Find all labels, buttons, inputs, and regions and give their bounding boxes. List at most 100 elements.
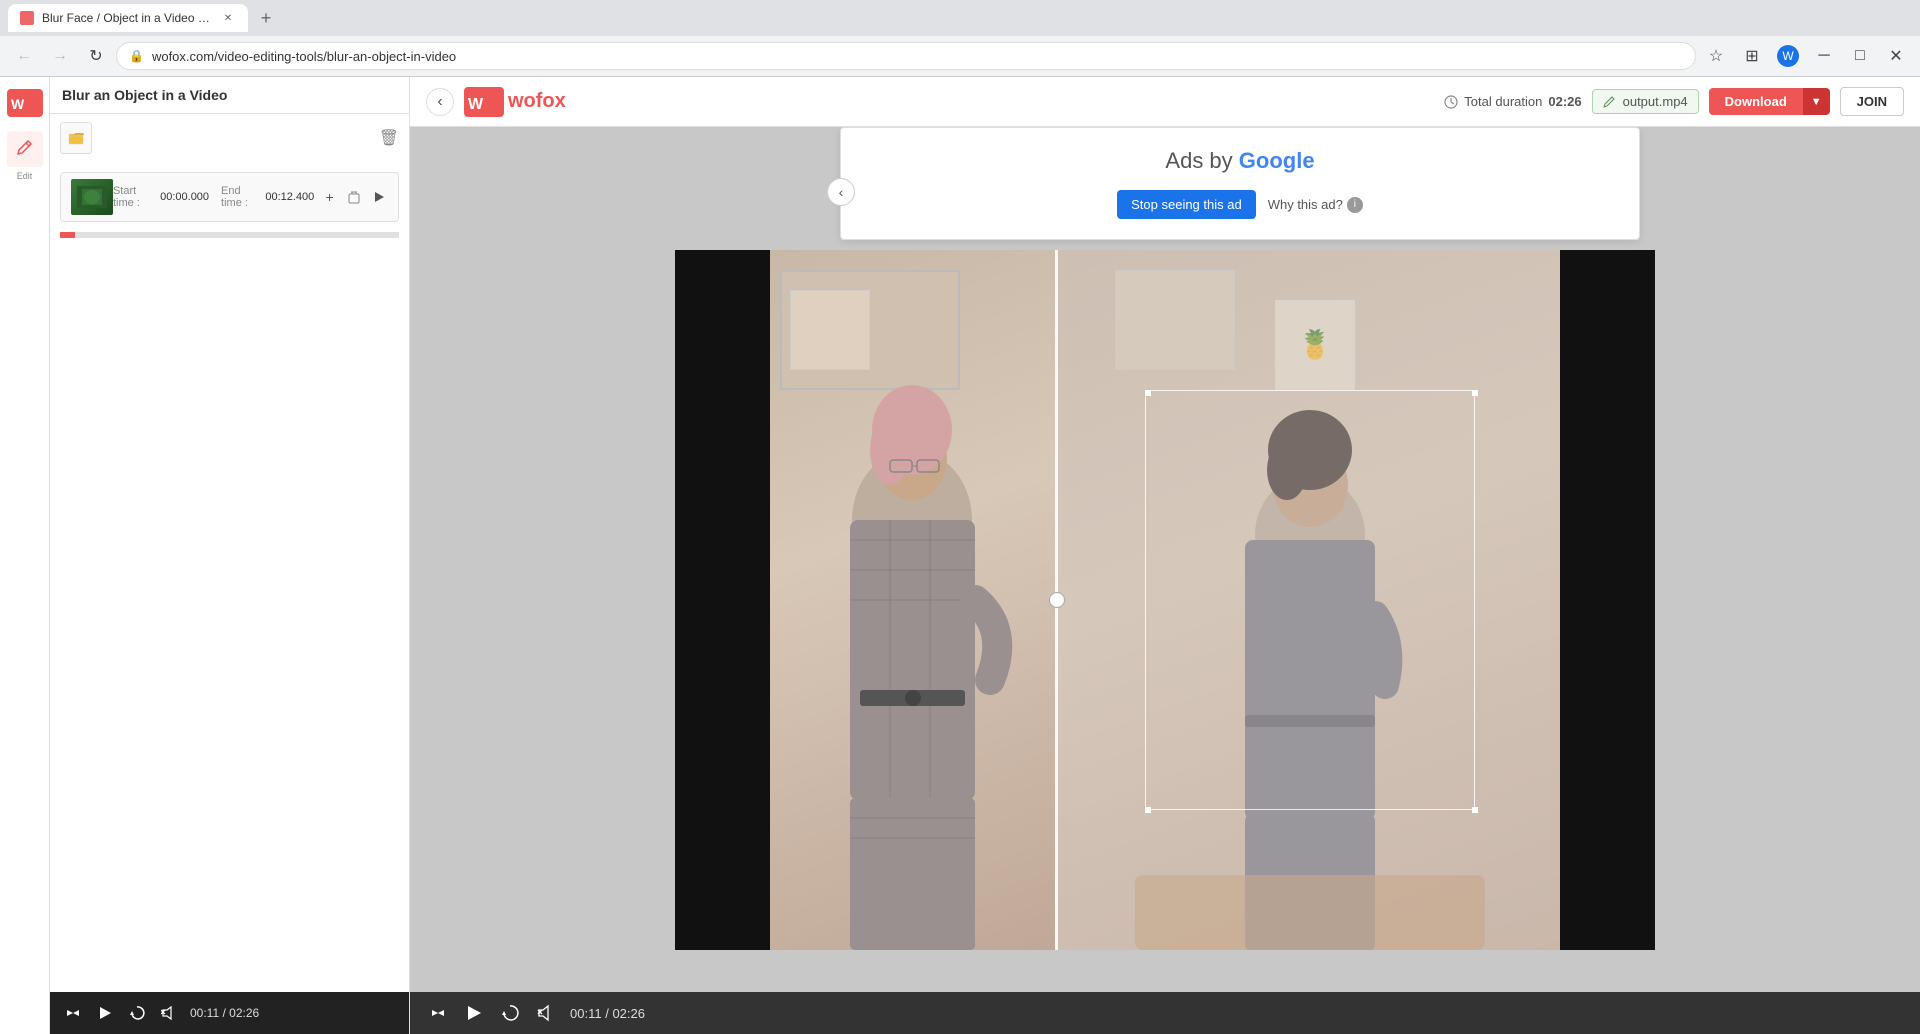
left-toolbar: W Edit: [0, 77, 50, 1034]
close-button[interactable]: ✕: [1880, 40, 1912, 72]
tab-favicon: [20, 11, 34, 25]
side-panel-empty: [50, 248, 409, 992]
video-divider[interactable]: [1055, 250, 1058, 950]
new-tab-button[interactable]: +: [252, 4, 280, 32]
ads-by-google-text: Ads by Google: [1165, 148, 1314, 174]
main-time-display: 00:11 / 02:26: [570, 1006, 645, 1021]
star-button[interactable]: ☆: [1700, 40, 1732, 72]
folder-icon[interactable]: [60, 122, 92, 154]
back-arrow-icon: ←: [16, 47, 32, 65]
video-split-container: 🍍: [675, 250, 1655, 950]
selection-handle-tl[interactable]: [1145, 390, 1151, 396]
wofox-logo-icon: W: [5, 87, 45, 119]
end-time-label: End time :: [221, 185, 259, 209]
tab-close-btn[interactable]: ✕: [220, 10, 236, 26]
main-replay-button[interactable]: [498, 1001, 522, 1025]
main-play-button[interactable]: [462, 1001, 486, 1025]
wofox-logo: W wofox: [464, 87, 566, 117]
delete-control-button[interactable]: [345, 185, 364, 209]
edit-tool-label: Edit: [17, 171, 33, 181]
video-right: 🍍: [1055, 250, 1655, 950]
total-duration-value: 02:26: [1548, 94, 1581, 109]
google-label: Google: [1239, 148, 1315, 173]
url-text: wofox.com/video-editing-tools/blur-an-ob…: [152, 49, 456, 64]
start-time-value: 00:00.000: [160, 191, 209, 203]
profile-button[interactable]: W: [1772, 40, 1804, 72]
back-button[interactable]: ←: [8, 40, 40, 72]
main-volume-button[interactable]: [534, 1001, 558, 1025]
selection-handle-br[interactable]: [1472, 807, 1478, 813]
svg-text:W: W: [11, 96, 25, 112]
ad-close-button[interactable]: ‹: [827, 178, 855, 206]
clock-icon: [1444, 95, 1458, 109]
main-area: ‹ W wofox Total duration 02:26: [410, 77, 1920, 1034]
extensions-button[interactable]: ⊞: [1736, 40, 1768, 72]
left-video-content: [770, 250, 1055, 950]
tab-bar: Blur Face / Object in a Video | W... ✕ +: [0, 0, 1920, 36]
video-left: [675, 250, 1055, 950]
blur-item-top: Start time : 00:00.000 End time : 00:12.…: [61, 173, 398, 221]
playback-bar-left: 00:11 / 02:26: [50, 992, 409, 1034]
person-left-svg: [770, 320, 1055, 950]
download-button-group: Download ▼: [1709, 88, 1830, 115]
refresh-icon: ↻: [89, 46, 102, 66]
download-dropdown-button[interactable]: ▼: [1803, 88, 1830, 115]
delete-panel-button[interactable]: 🗑: [379, 128, 399, 148]
maximize-button[interactable]: □: [1844, 40, 1876, 72]
lock-icon: 🔒: [129, 49, 144, 63]
total-time-value: 02:26: [612, 1006, 645, 1021]
download-button[interactable]: Download: [1709, 88, 1803, 115]
output-filename: output.mp4: [1592, 89, 1699, 114]
browser-chrome: Blur Face / Object in a Video | W... ✕ +…: [0, 0, 1920, 77]
header-back-button[interactable]: ‹: [426, 88, 454, 116]
left-replay-button[interactable]: [126, 1002, 148, 1024]
filename-text: output.mp4: [1623, 94, 1688, 109]
address-bar[interactable]: 🔒 wofox.com/video-editing-tools/blur-an-…: [116, 42, 1696, 70]
ad-buttons: Stop seeing this ad Why this ad? i: [1117, 190, 1363, 219]
info-icon: i: [1347, 197, 1363, 213]
divider-handle-dot: [1049, 592, 1065, 608]
edit-tool-button[interactable]: [7, 131, 43, 167]
nav-right-buttons: ☆ ⊞ W ─ □ ✕: [1700, 40, 1912, 72]
nav-bar: ← → ↻ 🔒 wofox.com/video-editing-tools/bl…: [0, 36, 1920, 76]
ad-overlay: ‹ Ads by Google Stop seeing this ad Why …: [840, 127, 1640, 240]
left-volume-button[interactable]: [158, 1002, 180, 1024]
selection-handle-bl[interactable]: [1145, 807, 1151, 813]
side-panel-title: Blur an Object in a Video: [62, 87, 227, 103]
total-duration: Total duration 02:26: [1444, 94, 1581, 109]
play-control-button[interactable]: [369, 185, 388, 209]
why-this-ad-button[interactable]: Why this ad? i: [1268, 197, 1363, 213]
side-panel-header: Blur an Object in a Video: [50, 77, 409, 114]
app-container: W Edit Blur an Object in a Video 🗑: [0, 77, 1920, 1034]
refresh-button[interactable]: ↻: [80, 40, 112, 72]
edit-filename-icon: [1603, 95, 1617, 109]
logo-text-label: wofox: [508, 90, 566, 113]
why-this-ad-label: Why this ad?: [1268, 197, 1343, 212]
active-tab[interactable]: Blur Face / Object in a Video | W... ✕: [8, 4, 248, 32]
side-panel: Blur an Object in a Video 🗑: [50, 77, 410, 1034]
stop-seeing-ad-button[interactable]: Stop seeing this ad: [1117, 190, 1256, 219]
add-control-button[interactable]: +: [320, 185, 339, 209]
playback-bar-main: 00:11 / 02:26: [410, 992, 1920, 1034]
thumbnail-row: 🗑: [50, 114, 409, 162]
forward-arrow-icon: →: [52, 47, 68, 65]
start-time-label: Start time :: [113, 185, 154, 209]
minimize-button[interactable]: ─: [1808, 40, 1840, 72]
left-rewind-button[interactable]: [62, 1002, 84, 1024]
logo-area: ‹ W wofox: [426, 87, 566, 117]
end-time-value: 00:12.400: [265, 191, 314, 203]
ads-by-label: Ads by: [1165, 148, 1232, 173]
current-time-value: 00:11: [570, 1006, 602, 1021]
left-play-button[interactable]: [94, 1002, 116, 1024]
timeline-bar: [60, 232, 399, 238]
blur-item: Start time : 00:00.000 End time : 00:12.…: [60, 172, 399, 222]
timeline-progress: [60, 232, 75, 238]
forward-button[interactable]: →: [44, 40, 76, 72]
video-area: ‹ Ads by Google Stop seeing this ad Why …: [410, 127, 1920, 992]
blur-selection-box[interactable]: [1145, 390, 1475, 810]
main-rewind-button[interactable]: [426, 1001, 450, 1025]
join-button[interactable]: JOIN: [1840, 87, 1904, 116]
left-black-bar: [675, 250, 770, 950]
blur-item-controls: Start time : 00:00.000 End time : 00:12.…: [113, 185, 388, 209]
selection-handle-tr[interactable]: [1472, 390, 1478, 396]
